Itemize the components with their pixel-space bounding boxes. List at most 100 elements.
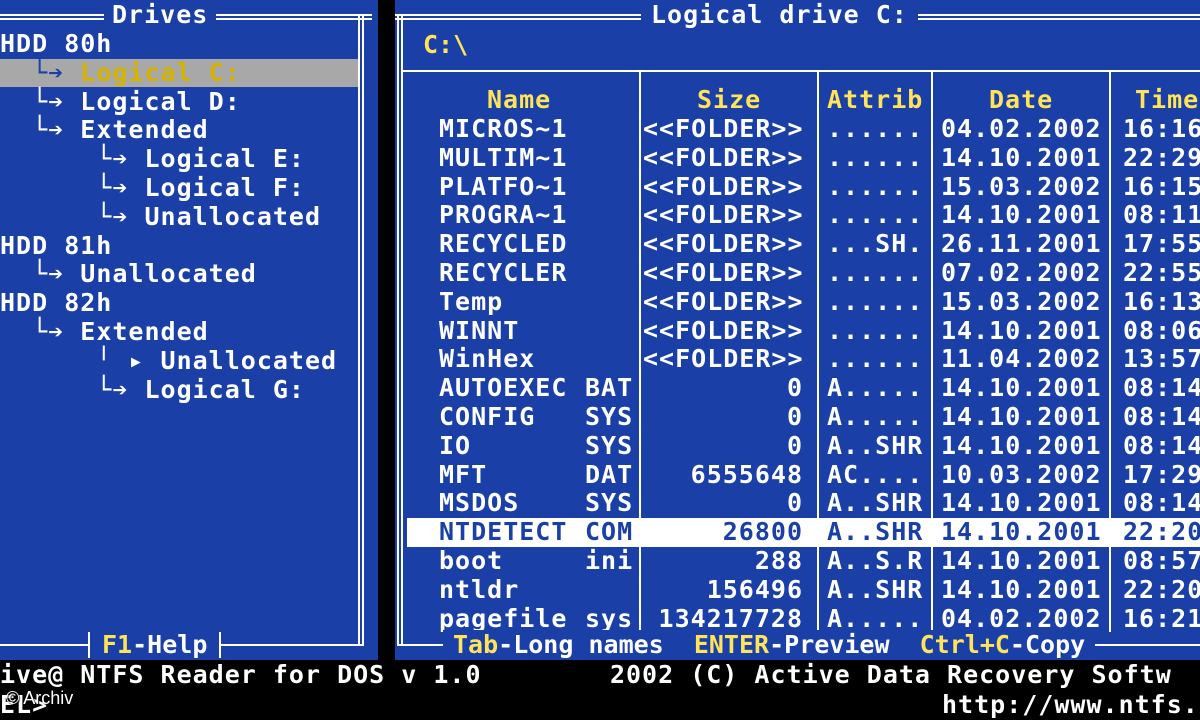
column-header-size[interactable]: Size	[697, 86, 761, 114]
file-time: 16:16	[1123, 114, 1200, 143]
tree-branch-icon: └➔	[0, 201, 145, 231]
file-date: 14.10.2001	[941, 200, 1102, 230]
tree-item-label: HDD 82h	[0, 288, 113, 318]
file-ext	[585, 576, 645, 605]
footer-divider-right	[219, 632, 222, 658]
file-date: 14.10.2001	[941, 315, 1102, 345]
file-row[interactable]: Temp <<FOLDER>>...... 15.03.2002 16:13	[407, 286, 1200, 317]
tree-item-label: Logical C:	[80, 57, 241, 87]
file-name: MICROS~1	[439, 114, 568, 143]
file-row[interactable]: WINNT <<FOLDER>>...... 14.10.2001 08:06	[407, 315, 1200, 346]
tree-item[interactable]: └➔ Extended	[0, 116, 356, 144]
help-hint[interactable]: F1-Help	[88, 630, 222, 660]
file-time: 08:14	[1123, 430, 1200, 460]
file-row[interactable]: IO SYS 0 A..SHR 14.10.2001 08:14	[407, 430, 1200, 461]
file-row[interactable]: NTDETECT COM 26800 A..SHR 14.10.2001 22:20	[407, 517, 1200, 547]
file-size: <<FOLDER>>	[643, 229, 804, 259]
file-name: AUTOEXEC	[439, 373, 568, 403]
tree-item[interactable]: └➔ Unallocated	[0, 260, 356, 288]
file-name: RECYCLED	[439, 229, 568, 259]
file-row[interactable]: RECYCLED <<FOLDER>> ...SH. 26.11.2001 17:55	[407, 229, 1200, 259]
file-date: 10.03.2002	[941, 459, 1102, 489]
file-attrib: ......	[827, 171, 924, 201]
tree-item[interactable]: HDD 80h	[0, 30, 356, 58]
file-row[interactable]: PROGRA~1 <<FOLDER>>...... 14.10.2001 08:11	[407, 201, 1200, 230]
file-name: MSDOS	[439, 488, 520, 518]
drives-panel: Drives HDD 80h └➔ Logical C: └➔ Logical …	[0, 0, 378, 660]
file-date: 14.10.2001	[941, 430, 1102, 460]
file-row[interactable]: MFT DAT 6555648 AC.... 10.03.2002 17:29	[407, 459, 1200, 490]
file-row[interactable]: MULTIM~1 <<FOLDER>>...... 14.10.2001 22:29	[407, 142, 1200, 173]
file-date: 15.03.2002	[941, 171, 1102, 201]
column-header-time[interactable]: Time	[1135, 86, 1199, 114]
file-row[interactable]: PLATFO~1 <<FOLDER>>...... 15.03.2002 16:15	[407, 171, 1200, 202]
help-text: -Help	[132, 630, 208, 659]
file-time: 22:55	[1123, 258, 1200, 287]
tree-branch-icon: └➔	[0, 374, 145, 404]
file-ext: ini	[585, 546, 634, 575]
column-header-attrib[interactable]: Attrib	[827, 86, 923, 114]
file-size: <<FOLDER>>	[643, 315, 804, 345]
column-header-name[interactable]: Name	[487, 86, 551, 114]
file-time: 16:21	[1123, 603, 1200, 633]
file-size: 0	[786, 488, 803, 518]
tree-item-label: Logical E:	[144, 144, 305, 174]
tree-item[interactable]: └➔ Logical C:	[0, 57, 358, 87]
file-row[interactable]: boot ini 288 A..S.R 14.10.2001 08:57	[407, 546, 1200, 576]
tree-item[interactable]: HDD 82h	[0, 289, 356, 317]
file-date: 15.03.2002	[941, 286, 1102, 316]
file-time: 08:14	[1123, 402, 1200, 431]
tree-item-label: Unallocated	[80, 259, 257, 289]
tree-item-label: Logical F:	[144, 173, 305, 202]
file-row[interactable]: MSDOS SYS 0 A..SHR 14.10.2001 08:14	[407, 489, 1200, 518]
file-size: 288	[754, 546, 803, 575]
hint-text: -Preview	[769, 630, 920, 659]
file-row[interactable]: ntldr 156496 A..SHR 14.10.2001 22:20	[407, 574, 1200, 605]
file-row[interactable]: CONFIG SYS 0 A..... 14.10.2001 08:14	[407, 402, 1200, 432]
column-header-date[interactable]: Date	[989, 86, 1053, 114]
file-ext: SYS	[585, 402, 634, 431]
file-name: RECYCLER	[439, 258, 568, 287]
program-info: ive@ NTFS Reader for DOS v 1.0 2002 (C) …	[0, 660, 1172, 689]
file-size: 0	[786, 373, 803, 403]
file-size: <<FOLDER>>	[643, 286, 804, 316]
tree-item[interactable]: └➔ Unallocated	[0, 201, 356, 231]
hint-text: -Copy	[1009, 630, 1086, 659]
file-row[interactable]: MICROS~1 <<FOLDER>>...... 04.02.2002 16:16	[407, 114, 1200, 144]
file-row[interactable]: AUTOEXEC BAT 0 A..... 14.10.2001 08:14	[407, 373, 1200, 403]
file-row[interactable]: RECYCLER <<FOLDER>>...... 07.02.2002 22:55	[407, 258, 1200, 288]
file-name: ntldr	[439, 574, 520, 604]
file-row[interactable]: WinHex <<FOLDER>>...... 11.04.2002 13:57	[407, 345, 1200, 374]
file-attrib: ......	[827, 344, 924, 374]
file-name: CONFIG	[439, 402, 536, 431]
file-size: 156496	[706, 574, 803, 604]
tree-item[interactable]: HDD 81h	[0, 231, 356, 260]
file-size: 0	[786, 430, 803, 460]
tree-branch-icon: └➔	[0, 86, 81, 116]
file-date: 14.10.2001	[941, 402, 1102, 431]
file-attrib: ......	[827, 114, 924, 143]
file-time: 08:57	[1123, 546, 1200, 575]
file-ext: SYS	[585, 430, 634, 460]
file-name: PLATFO~1	[439, 171, 568, 201]
file-name: IO	[439, 430, 472, 460]
drives-title: Drives	[104, 0, 217, 30]
file-date: 07.02.2002	[941, 258, 1102, 287]
tree-item[interactable]: └➔ Logical F:	[0, 174, 356, 202]
file-date: 14.10.2001	[941, 574, 1102, 604]
hint-text: -Long names	[498, 630, 694, 659]
tree-item[interactable]: └➔ Logical D:	[0, 86, 356, 116]
tree-item[interactable]: └➔ Extended	[0, 318, 356, 346]
file-size: <<FOLDER>>	[643, 344, 804, 374]
hint-key: ENTER	[693, 630, 770, 659]
tree-item[interactable]: └➔ Logical G:	[0, 374, 356, 404]
tree-item[interactable]: ╵ ▸ Unallocated	[0, 346, 356, 375]
file-time: 08:14	[1123, 373, 1200, 403]
file-size: <<FOLDER>>	[643, 258, 804, 287]
file-attrib: ......	[827, 142, 924, 172]
file-ext	[585, 201, 645, 230]
file-size: 26800	[722, 517, 803, 547]
file-time: 17:29	[1123, 459, 1200, 489]
tree-item[interactable]: └➔ Logical E:	[0, 145, 356, 173]
tree-item-label: Logical G:	[144, 374, 305, 404]
